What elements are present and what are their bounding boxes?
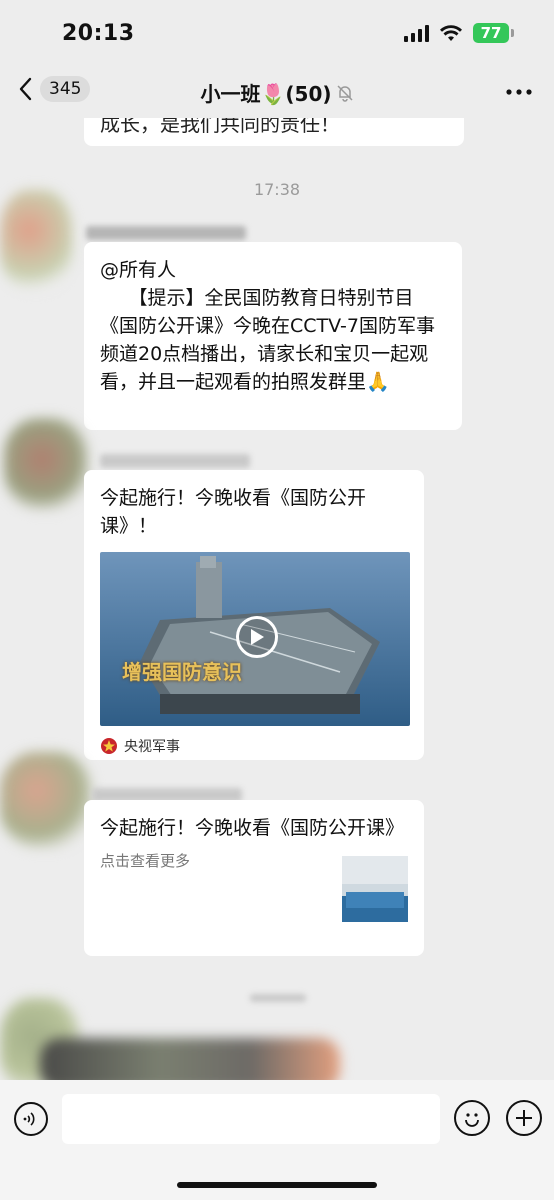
voice-button[interactable] [14,1102,48,1136]
more-dots-icon [506,89,532,95]
more-button[interactable] [506,78,532,98]
chat-title: 小一班🌷(50) [0,78,554,107]
text-message-bubble[interactable]: @所有人 【提示】全民国防教育日特别节目《国防公开课》今晚在CCTV-7国防军事… [84,242,462,430]
home-indicator [177,1182,377,1188]
status-icons: 77 [404,23,514,43]
cctv-military-logo-icon [101,738,117,754]
status-bar: 20:13 77 [0,0,554,66]
message-timestamp [250,994,306,1002]
video-card-title: 今起施行！今晚收看《国防公开课》！ [100,487,367,537]
link-card-title: 今起施行！今晚收看《国防公开课》 [100,817,405,839]
message-body: 【提示】全民国防教育日特别节目《国防公开课》今晚在CCTV-7国防军事频道20点… [100,287,435,393]
avatar[interactable] [4,418,88,510]
video-thumbnail[interactable]: 增强国防意识 [100,552,410,726]
plus-icon [516,1110,532,1126]
status-time: 20:13 [62,20,135,46]
message-timestamp: 17:38 [253,180,301,199]
wifi-icon [440,25,462,41]
voice-icon [23,1112,35,1126]
play-icon [251,629,264,645]
link-card[interactable]: 今起施行！今晚收看《国防公开课》 点击查看更多 [84,800,424,956]
link-card-thumbnail [342,856,408,922]
sender-name [86,226,246,240]
avatar[interactable] [0,190,72,290]
signal-icon [404,24,429,42]
video-card[interactable]: 今起施行！今晚收看《国防公开课》！ 增强国防意识 央视军事 [84,470,424,760]
nav-bar: 345 小一班🌷(50) [0,66,554,118]
battery-icon: 77 [473,23,514,43]
previous-message-text: 成长，是我们共同的责任！ [100,118,340,136]
play-button[interactable] [236,616,278,658]
plus-button[interactable] [506,1100,542,1136]
chat-title-text: 小一班🌷(50) [200,82,332,106]
message-input[interactable] [62,1094,440,1144]
bell-off-icon [336,84,353,102]
emoji-icon [465,1113,479,1127]
avatar[interactable] [0,752,92,848]
card-source-name: 央视军事 [124,739,180,755]
battery-level: 77 [473,23,509,43]
mention-text: @所有人 [100,259,177,281]
message-bubble-previous[interactable]: 成长，是我们共同的责任！ [84,118,464,146]
emoji-button[interactable] [454,1100,490,1136]
sender-name [100,454,250,468]
card-source: 央视军事 [100,736,408,756]
chat-area[interactable]: 成长，是我们共同的责任！ 17:38 @所有人 【提示】全民国防教育日特别节目《… [0,118,554,1090]
video-overlay-text: 增强国防意识 [122,660,242,684]
